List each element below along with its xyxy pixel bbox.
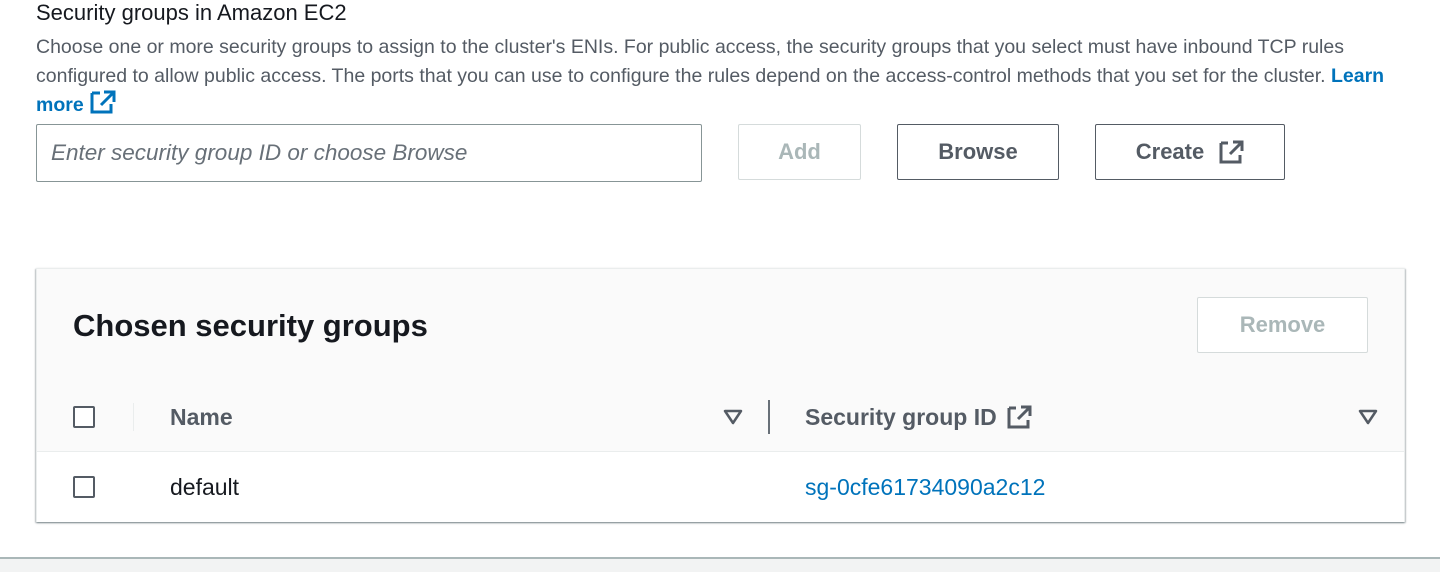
external-link-icon [89, 90, 116, 114]
table-column-headers: Name Security group ID [37, 383, 1404, 452]
column-resize-handle[interactable] [768, 400, 770, 434]
add-button[interactable]: Add [738, 124, 861, 180]
column-header-security-group-id-label: Security group ID [805, 404, 997, 430]
cell-name: default [170, 474, 240, 500]
browse-button[interactable]: Browse [897, 124, 1059, 180]
browse-button-label: Browse [938, 139, 1018, 164]
remove-button[interactable]: Remove [1197, 297, 1368, 353]
chosen-security-groups-table: Chosen security groups Remove Name Secur… [36, 268, 1405, 522]
row-select-checkbox[interactable] [73, 476, 95, 498]
sort-down-icon[interactable] [723, 409, 743, 425]
column-header-security-group-id[interactable]: Security group ID [805, 403, 1033, 431]
field-label: Security groups in Amazon EC2 [36, 0, 347, 25]
add-button-label: Add [778, 139, 821, 164]
table-header: Chosen security groups Remove [37, 269, 1404, 384]
security-group-search-input[interactable] [36, 124, 702, 182]
column-header-name-label: Name [170, 404, 233, 430]
table-title: Chosen security groups [73, 308, 428, 343]
external-link-icon [1218, 139, 1244, 165]
column-header-name[interactable]: Name [170, 403, 233, 431]
field-description: Choose one or more security groups to as… [36, 33, 1406, 120]
create-button[interactable]: Create [1095, 124, 1285, 180]
create-button-label: Create [1135, 139, 1205, 164]
external-link-icon [1006, 404, 1033, 430]
description-text: Choose one or more security groups to as… [36, 36, 1344, 87]
security-group-id-link[interactable]: sg-0cfe61734090a2c12 [805, 473, 1045, 501]
remove-button-label: Remove [1239, 312, 1326, 337]
column-divider [133, 403, 134, 431]
sort-down-icon[interactable] [1358, 409, 1378, 425]
table-row[interactable]: default sg-0cfe61734090a2c12 [37, 452, 1404, 522]
select-all-checkbox[interactable] [73, 406, 95, 428]
